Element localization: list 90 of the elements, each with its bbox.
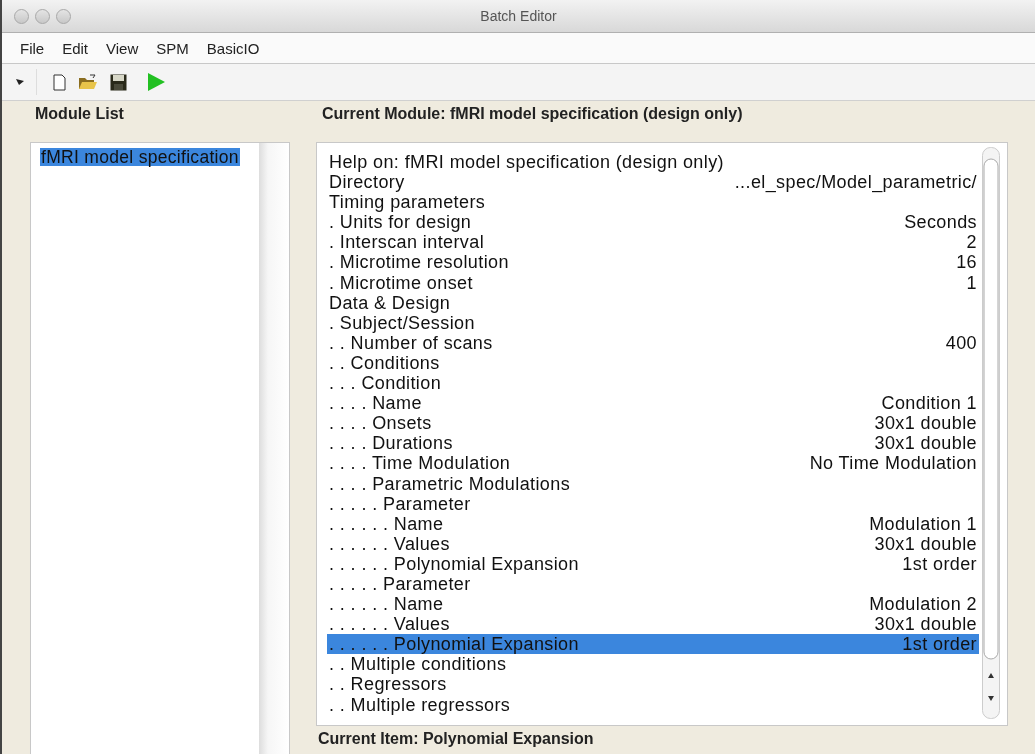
item-value: Modulation 2 (869, 594, 977, 615)
item-value: 30x1 double (874, 413, 977, 434)
run-icon[interactable] (147, 72, 166, 92)
item-value: 1st order (902, 634, 977, 655)
scrollbar[interactable] (982, 147, 1000, 719)
item-label: . . . . . . Values (329, 533, 450, 554)
item-label: Help on: fMRI model specification (design only) (329, 152, 724, 173)
item-row[interactable]: . . . . . . Name Modulation 1 (327, 513, 979, 534)
item-row[interactable]: . . . . Parametric Modulations (327, 473, 979, 494)
item-label: . . . . Onsets (329, 413, 432, 434)
current-item-label: Current Item: Polynomial Expansion (317, 729, 595, 748)
module-list-item[interactable]: fMRI model specification (40, 148, 240, 166)
item-row[interactable]: . . . . . . Values 30x1 double (327, 614, 979, 635)
item-row[interactable]: Data & Design (327, 292, 979, 313)
item-row[interactable]: . . Multiple conditions (327, 654, 979, 675)
module-list-heading: Module List (34, 104, 125, 124)
item-row[interactable]: . . . . . . Polynomial Expansion 1st order (327, 553, 979, 574)
zoom-button[interactable] (56, 8, 71, 24)
item-label: Directory (329, 172, 405, 193)
item-row[interactable]: Directory ...el_spec/Model_parametric/ (327, 172, 979, 193)
item-label: . . . . . . Name (329, 594, 444, 615)
item-label: . Microtime onset (329, 272, 473, 293)
item-row[interactable]: . . Multiple regressors (327, 694, 979, 715)
item-label: Data & Design (329, 292, 451, 313)
close-button[interactable] (14, 8, 29, 24)
item-row[interactable]: . Interscan interval 2 (327, 232, 979, 253)
menu-item[interactable]: SPM (147, 39, 198, 57)
item-value: 2 (966, 232, 977, 253)
item-label: . . . . . . Polynomial Expansion (329, 553, 579, 574)
item-value: No Time Modulation (809, 453, 977, 474)
item-row[interactable]: . . . . Durations 30x1 double (327, 433, 979, 454)
item-label: . . . Condition (329, 373, 442, 394)
item-row[interactable]: . Subject/Session (327, 312, 979, 333)
item-label: . . . . . . Name (329, 513, 444, 534)
item-value: Condition 1 (881, 393, 977, 414)
item-value: 400 (945, 332, 977, 353)
item-value: ...el_spec/Model_parametric/ (734, 172, 977, 193)
menu-item[interactable]: File (11, 39, 54, 57)
item-row[interactable]: . . . . . . Polynomial Expansion 1st order (327, 634, 979, 655)
window-title: Batch Editor (480, 8, 557, 24)
new-document-icon[interactable] (53, 73, 66, 91)
item-label: . . . . . . Polynomial Expansion (329, 634, 579, 655)
dropdown-arrow-icon[interactable] (16, 79, 24, 85)
item-label: . Subject/Session (329, 312, 475, 333)
item-row[interactable]: . . . . Name Condition 1 (327, 393, 979, 414)
item-value: Modulation 1 (869, 513, 977, 534)
item-row[interactable]: . . . Condition (327, 373, 979, 394)
open-folder-icon[interactable] (78, 74, 98, 90)
item-label: . . Number of scans (329, 332, 493, 353)
item-label: . Interscan interval (329, 232, 485, 253)
item-value: 1st order (902, 553, 977, 574)
item-label: . . . . . . Values (329, 614, 450, 635)
item-label: . . . . . Parameter (329, 493, 471, 514)
current-module-heading: Current Module: fMRI model specification (design only) (321, 104, 744, 124)
item-value: 30x1 double (874, 433, 977, 454)
item-label: . . Regressors (329, 674, 447, 695)
item-label: . Microtime resolution (329, 252, 509, 273)
item-value: 30x1 double (874, 614, 977, 635)
item-value: 16 (956, 252, 977, 273)
item-label: . . . . Name (329, 393, 422, 414)
item-label: Timing parameters (329, 192, 486, 213)
item-row[interactable]: . Units for design Seconds (327, 212, 979, 233)
item-label: . . Multiple conditions (329, 654, 507, 675)
item-row[interactable]: . Microtime onset 1 (327, 272, 979, 293)
item-row[interactable]: . . . . . . Name Modulation 2 (327, 594, 979, 615)
item-row[interactable]: . Microtime resolution 16 (327, 252, 979, 273)
minimize-button[interactable] (35, 8, 50, 24)
item-label: . . . . Time Modulation (329, 453, 511, 474)
item-value: Seconds (904, 212, 977, 233)
item-label: . . . . . Parameter (329, 573, 471, 595)
item-row[interactable]: . . . . . . Values 30x1 double (327, 533, 979, 554)
item-label: . . . . Parametric Modulations (329, 473, 571, 494)
item-row[interactable]: . . . . . Parameter (327, 573, 979, 595)
item-row[interactable]: . . . . . Parameter (327, 493, 979, 514)
item-row[interactable]: . . . . Time Modulation No Time Modulation (327, 453, 979, 474)
menu-item[interactable]: View (97, 39, 148, 57)
menu-item[interactable]: BasicIO (197, 39, 269, 57)
item-label: . . Multiple regressors (329, 694, 511, 715)
item-label: . . . . Durations (329, 433, 453, 454)
item-value: 30x1 double (874, 533, 977, 554)
item-row[interactable]: . . Conditions (327, 352, 979, 374)
item-row[interactable]: . . Regressors (327, 674, 979, 695)
item-row[interactable]: . . Number of scans 400 (327, 332, 979, 353)
item-label: . Units for design (329, 212, 472, 233)
item-row[interactable]: . . . . Onsets 30x1 double (327, 413, 979, 434)
item-value: 1 (966, 272, 977, 293)
item-label: . . Conditions (329, 352, 440, 374)
menu-item[interactable]: Edit (53, 39, 98, 57)
item-row[interactable]: Timing parameters (327, 192, 979, 213)
item-row[interactable]: Help on: fMRI model specification (design only) (327, 152, 979, 173)
